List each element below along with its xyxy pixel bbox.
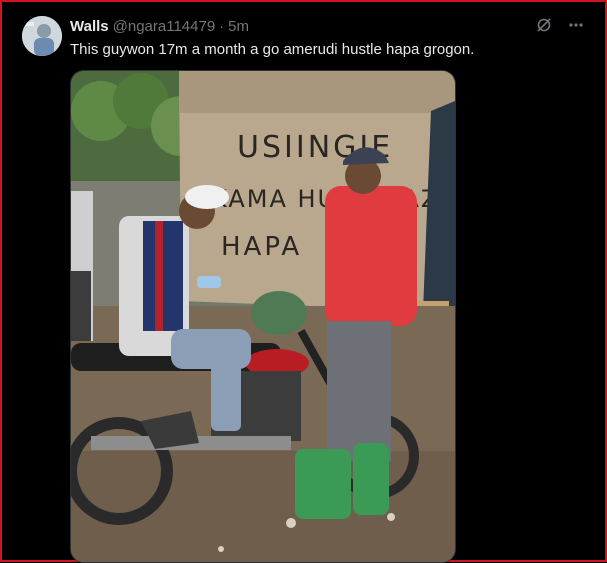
tweet-actions: [535, 16, 585, 34]
tweet-header: Walls @ngara114479 · 5m: [70, 16, 249, 36]
display-name[interactable]: Walls: [70, 18, 109, 35]
grok-icon[interactable]: [535, 16, 553, 34]
helmet: [251, 291, 307, 335]
tweet-photo[interactable]: USIINGIE KAMA HUNA KAZI HAPA: [70, 70, 456, 563]
user-avatar-icon: [22, 16, 62, 56]
more-horizontal-icon[interactable]: [567, 16, 585, 34]
tweet-text: This guywon 17m a month a go amerudi hus…: [70, 41, 475, 58]
user-handle[interactable]: @ngara114479: [113, 18, 216, 35]
avatar[interactable]: [22, 16, 62, 56]
separator-dot: ·: [219, 17, 225, 35]
timestamp[interactable]: 5m: [228, 18, 249, 35]
photo-scene: USIINGIE KAMA HUNA KAZI HAPA: [71, 71, 455, 562]
sign-line-3: HAPA: [221, 232, 302, 262]
tweet-card: Walls @ngara114479 · 5m This guywon 17m …: [0, 0, 607, 563]
